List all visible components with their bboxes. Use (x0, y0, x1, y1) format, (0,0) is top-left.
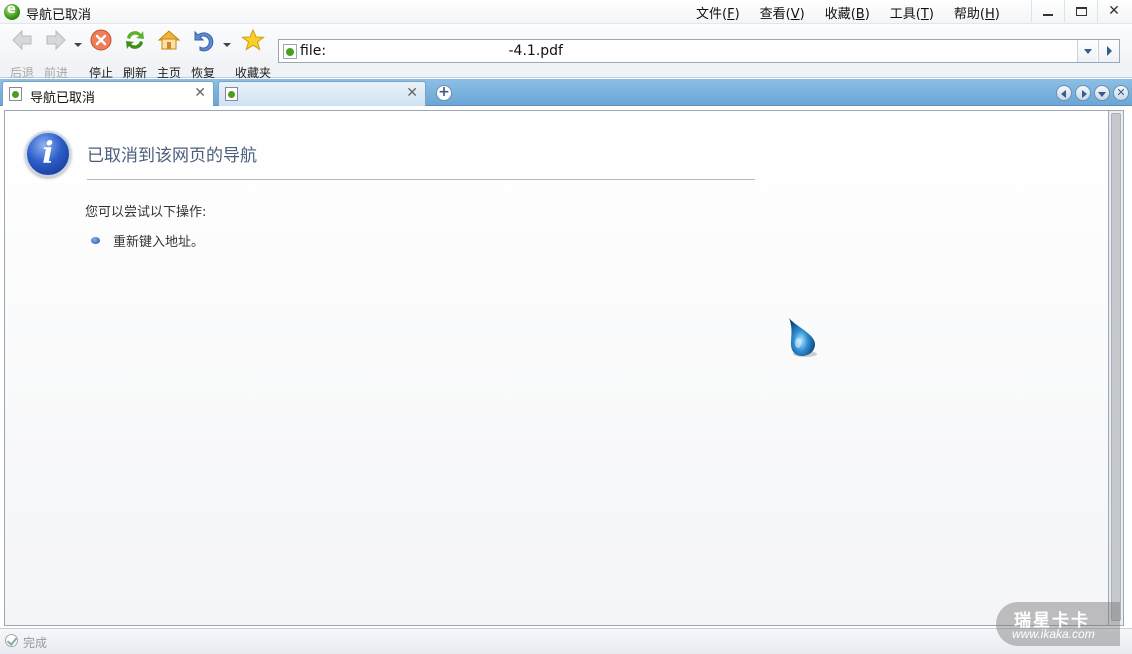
scrollbar-thumb[interactable] (1111, 113, 1121, 621)
menu-view-key: V (790, 7, 800, 22)
tab-close-icon[interactable]: ✕ (194, 85, 206, 101)
menu-favorites-key: B (855, 7, 865, 22)
tab-navigation-controls: ✕ (1056, 85, 1129, 101)
window-title: 导航已取消 (26, 8, 92, 23)
maximize-icon (1075, 6, 1087, 16)
menu-file-key: F (727, 7, 735, 22)
menu-help-suffix: ) (994, 7, 1000, 22)
menu-file-label: 文件( (696, 7, 728, 22)
home-button[interactable]: 主页 (154, 28, 184, 81)
tab-favicon-icon (225, 87, 238, 101)
tab-list-dropdown-icon[interactable] (1094, 85, 1110, 101)
menu-tools-key: T (920, 7, 929, 22)
watermark: 瑞星卡卡 www.ikaka.com (996, 602, 1120, 646)
menu-view-label: 查看( (759, 7, 791, 22)
undo-icon (194, 30, 214, 52)
menu-help[interactable]: 帮助(H) (954, 3, 1000, 22)
back-arrow-icon (12, 29, 32, 51)
minimize-button[interactable] (1031, 0, 1064, 22)
bullet-icon (91, 237, 100, 244)
favorites-button[interactable]: 收藏夹 (232, 28, 274, 81)
forward-button[interactable]: 前进 (40, 28, 72, 81)
go-button[interactable] (1098, 40, 1119, 62)
refresh-button[interactable]: 刷新 (120, 28, 150, 81)
home-icon (157, 30, 181, 50)
maximize-button[interactable] (1064, 0, 1097, 22)
address-dropdown-button[interactable] (1077, 40, 1097, 62)
menu-favorites-label: 收藏( (824, 7, 856, 22)
refresh-icon (126, 31, 144, 49)
suggestion-heading: 您可以尝试以下操作: (85, 205, 207, 220)
new-tab-plus-icon[interactable]: + (436, 85, 452, 101)
window-controls: ✕ (1031, 0, 1130, 22)
stop-button[interactable]: 停止 (86, 28, 116, 81)
info-icon: i (25, 131, 71, 177)
minimize-icon (1043, 14, 1053, 16)
stop-icon (90, 29, 112, 51)
vertical-scrollbar[interactable] (1108, 110, 1124, 626)
list-item: 重新键入地址。 (91, 231, 204, 250)
menu-view[interactable]: 查看(V) (760, 3, 805, 22)
status-bar: 完成 (0, 628, 1132, 654)
close-window-button[interactable]: ✕ (1097, 0, 1130, 22)
page-content: i 已取消到该网页的导航 您可以尝试以下操作: 重新键入地址。 (4, 110, 1109, 626)
watermark-url: www.ikaka.com (1012, 627, 1095, 641)
close-tabs-icon[interactable]: ✕ (1113, 85, 1129, 101)
tab-scroll-right-icon[interactable] (1075, 85, 1091, 101)
back-button[interactable]: 后退 (6, 28, 38, 81)
star-icon (241, 28, 265, 51)
title-divider (87, 179, 755, 180)
toolbar: 后退 前进 停止 刷新 主页 恢复 收藏夹 file: -4.1.pdf (0, 25, 1132, 81)
menu-tools-suffix: ) (928, 7, 934, 22)
page-favicon-icon (283, 44, 297, 59)
menu-favorites-suffix: ) (864, 7, 870, 22)
menu-view-suffix: ) (799, 7, 805, 22)
history-dropdown-icon[interactable] (74, 43, 82, 47)
suggestion-text: 重新键入地址。 (113, 235, 205, 250)
menu-tools-label: 工具( (889, 7, 921, 22)
menu-favorites[interactable]: 收藏(B) (825, 3, 870, 22)
done-check-icon (5, 634, 18, 647)
tab-favicon-icon (9, 87, 22, 101)
title-bar: 导航已取消 文件(F) 查看(V) 收藏(B) 工具(T) 帮助(H) ✕ (0, 0, 1132, 24)
address-bar[interactable]: file: -4.1.pdf (278, 39, 1120, 63)
restore-button[interactable]: 恢复 (188, 28, 218, 81)
restore-dropdown-icon[interactable] (223, 43, 231, 47)
tab-bar: 导航已取消 ✕ ✕ + ✕ (0, 79, 1132, 106)
water-drop-icon (789, 318, 817, 357)
menu-tools[interactable]: 工具(T) (890, 3, 934, 22)
menu-help-key: H (984, 7, 995, 22)
menu-file[interactable]: 文件(F) (696, 3, 740, 22)
menu-file-suffix: ) (734, 7, 740, 22)
menu-help-label: 帮助( (953, 7, 985, 22)
browser-logo-icon (4, 2, 20, 20)
address-input[interactable]: file: -4.1.pdf (300, 43, 563, 59)
close-icon: ✕ (1108, 3, 1120, 19)
tab-scroll-left-icon[interactable] (1056, 85, 1072, 101)
tab-blank[interactable]: ✕ (218, 81, 426, 106)
status-text: 完成 (23, 636, 48, 650)
menu-bar: 文件(F) 查看(V) 收藏(B) 工具(T) 帮助(H) (696, 3, 1000, 22)
forward-arrow-icon (46, 29, 66, 51)
suggestion-list: 重新键入地址。 (91, 231, 204, 250)
page-title: 已取消到该网页的导航 (87, 146, 257, 166)
tab-title: 导航已取消 (30, 91, 96, 106)
tab-navigation-canceled[interactable]: 导航已取消 ✕ (2, 81, 214, 106)
tab-close-icon[interactable]: ✕ (406, 85, 418, 101)
